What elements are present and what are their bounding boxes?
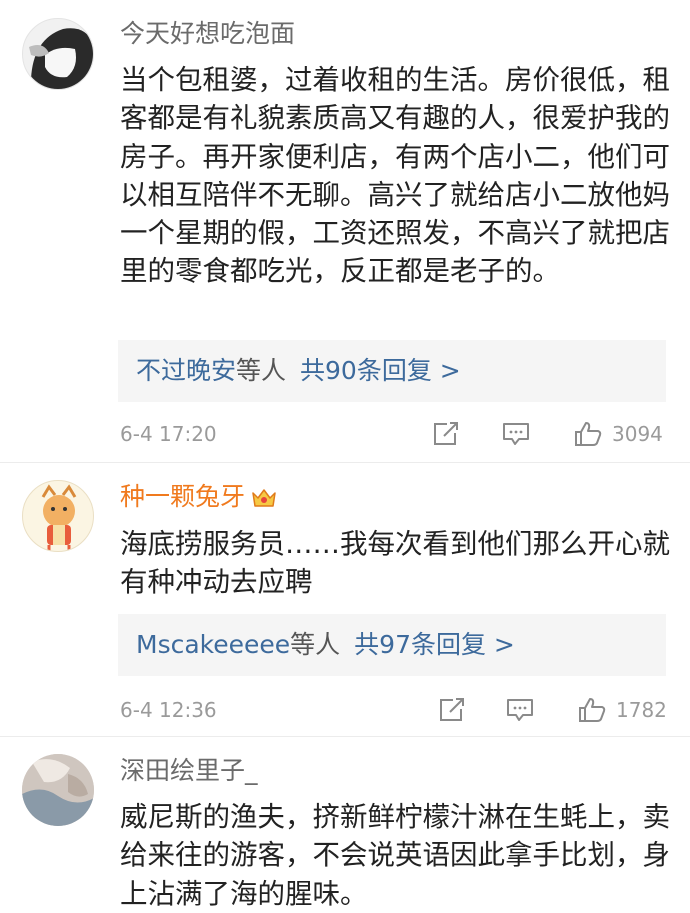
comment-icon[interactable] [502,421,530,447]
like-icon[interactable] [578,697,606,723]
comment-item: 种一颗兔牙 海底捞服务员……我每次看到他们那么开心就有种冲动去应聘 Mscake… [0,463,690,737]
avatar[interactable] [22,18,94,90]
comment-text: 威尼斯的渔夫，挤新鲜柠檬汁淋在生蚝上，卖给来往的游客，不会说英语因此拿手比划，身… [120,801,670,910]
avatar[interactable] [22,754,94,826]
like-count: 3094 [612,422,663,446]
like-icon[interactable] [574,421,602,447]
crown-icon [252,489,276,507]
comment-meta: 6-4 17:20 3094 [120,419,666,449]
comment-icon[interactable] [506,697,534,723]
reply-suffix: 等人 [290,630,341,659]
comment-item: 深田绘里子_ 威尼斯的渔夫，挤新鲜柠檬汁淋在生蚝上，卖给来往的游客，不会说英语因… [0,737,690,911]
reply-names[interactable]: 不过晚安 [136,356,236,385]
reply-summary[interactable]: Mscakeeeee等人 共97条回复 > [118,614,666,676]
like-count: 1782 [616,698,667,722]
comment-text: 海底捞服务员……我每次看到他们那么开心就有种冲动去应聘 [120,528,670,599]
share-icon[interactable] [432,421,460,447]
reply-count-link[interactable]: 共97条回复 > [354,630,515,659]
reply-count-link[interactable]: 共90条回复 > [300,356,461,385]
username[interactable]: 今天好想吃泡面 [120,17,295,51]
comment-meta: 6-4 12:36 1782 [120,695,667,725]
timestamp: 6-4 17:20 [120,422,217,446]
reply-suffix: 等人 [236,356,287,385]
username[interactable]: 深田绘里子_ [120,754,258,788]
reply-names[interactable]: Mscakeeeee [136,630,290,659]
comment-item: 今天好想吃泡面 当个包租婆，过着收租的生活。房价很低，租客都是有礼貌素质高又有趣… [0,0,690,463]
username[interactable]: 种一颗兔牙 [120,480,277,514]
reply-summary[interactable]: 不过晚安等人 共90条回复 > [118,340,666,402]
username-text[interactable]: 种一颗兔牙 [120,482,245,511]
share-icon[interactable] [438,697,466,723]
comment-text: 当个包租婆，过着收租的生活。房价很低，租客都是有礼貌素质高又有趣的人，很爱护我的… [120,64,670,288]
avatar[interactable] [22,480,94,552]
timestamp: 6-4 12:36 [120,698,217,722]
